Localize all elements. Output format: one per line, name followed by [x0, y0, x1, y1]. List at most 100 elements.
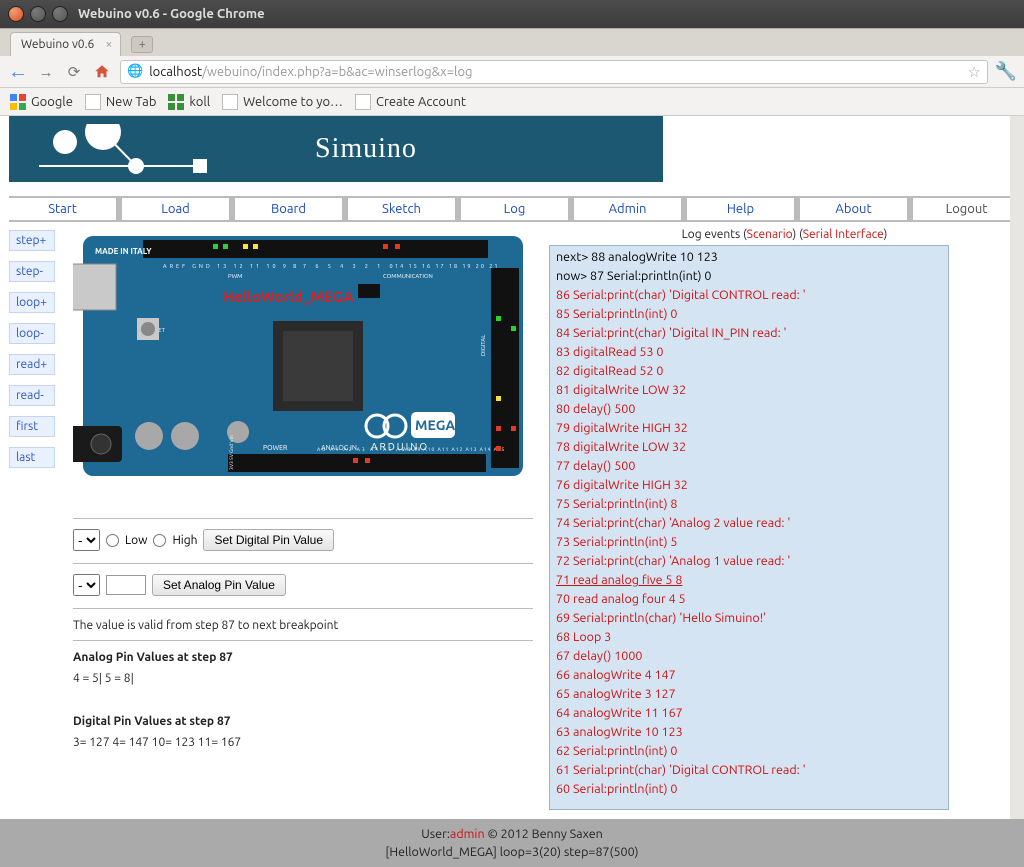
log-line[interactable]: 86 Serial:print(char) 'Digital CONTROL r…: [556, 286, 942, 305]
btn-step-minus[interactable]: step-: [9, 261, 55, 282]
log-line[interactable]: 82 digitalRead 52 0: [556, 362, 942, 381]
divider: [73, 563, 533, 564]
log-line[interactable]: 68 Loop 3: [556, 628, 942, 647]
tab-title: Webuino v0.6: [21, 38, 94, 51]
log-line[interactable]: 67 delay() 1000: [556, 647, 942, 666]
log-line[interactable]: 70 read analog four 4 5: [556, 590, 942, 609]
set-digital-button[interactable]: [203, 529, 334, 551]
bookmark-star-icon[interactable]: ☆: [968, 63, 981, 81]
log-line[interactable]: 78 digitalWrite LOW 32: [556, 438, 942, 457]
copyright: © 2012 Benny Saxen: [485, 827, 603, 841]
footer: User:admin © 2012 Benny Saxen [HelloWorl…: [0, 819, 1024, 867]
low-radio[interactable]: [106, 534, 119, 547]
log-line[interactable]: 62 Serial:println(int) 0: [556, 742, 942, 761]
log-line[interactable]: 74 Serial:print(char) 'Analog 2 value re…: [556, 514, 942, 533]
browser-tab[interactable]: Webuino v0.6 ×: [10, 32, 121, 56]
log-line[interactable]: 76 digitalWrite HIGH 32: [556, 476, 942, 495]
log-line[interactable]: 73 Serial:println(int) 5: [556, 533, 942, 552]
apv-values: 4 = 5| 5 = 8|: [73, 672, 543, 685]
log-line[interactable]: 71 read analog five 5 8: [556, 571, 942, 590]
nav-admin[interactable]: Admin: [574, 198, 681, 220]
home-button[interactable]: [92, 62, 112, 82]
log-line[interactable]: 72 Serial:print(char) 'Analog 1 value re…: [556, 552, 942, 571]
nav-sketch[interactable]: Sketch: [348, 198, 455, 220]
log-line[interactable]: 83 digitalRead 53 0: [556, 343, 942, 362]
set-analog-button[interactable]: [152, 574, 286, 596]
scenario-link[interactable]: Scenario: [747, 228, 793, 241]
nav-load[interactable]: Load: [122, 198, 229, 220]
bookmark-google[interactable]: Google: [10, 94, 73, 110]
log-line[interactable]: 77 delay() 500: [556, 457, 942, 476]
log-line[interactable]: 63 analogWrite 10 123: [556, 723, 942, 742]
user-label: User:: [421, 827, 450, 841]
btn-loop-minus[interactable]: loop-: [9, 323, 55, 344]
svg-text:MEGA: MEGA: [415, 417, 455, 433]
settings-wrench-icon[interactable]: 🔧: [996, 62, 1016, 82]
nav-log[interactable]: Log: [461, 198, 568, 220]
nav-logout[interactable]: Logout: [913, 198, 1020, 220]
side-controls: step+ step- loop+ loop- read+ read- firs…: [9, 226, 55, 810]
log-line[interactable]: 84 Serial:print(char) 'Digital IN_PIN re…: [556, 324, 942, 343]
dpv-values: 3= 127 4= 147 10= 123 11= 167: [73, 736, 543, 749]
log-header: Log events (Scenario) (Serial Interface): [549, 226, 1020, 245]
user-name: admin: [450, 827, 485, 841]
btn-read-minus[interactable]: read-: [9, 385, 55, 406]
log-line[interactable]: 79 digitalWrite HIGH 32: [556, 419, 942, 438]
analog-pin-select[interactable]: -: [73, 574, 100, 596]
nav-board[interactable]: Board: [235, 198, 342, 220]
log-line[interactable]: 81 digitalWrite LOW 32: [556, 381, 942, 400]
page-icon: [355, 94, 371, 110]
high-radio[interactable]: [153, 534, 166, 547]
svg-text:MADE IN ITALY: MADE IN ITALY: [95, 247, 152, 256]
bookmark-koll[interactable]: koll: [168, 94, 210, 110]
svg-text:POWER: POWER: [263, 444, 288, 452]
log-line[interactable]: now> 87 Serial:println(int) 0: [556, 267, 942, 286]
log-line[interactable]: 66 analogWrite 4 147: [556, 666, 942, 685]
low-label: Low: [125, 534, 147, 547]
svg-text:PWM: PWM: [228, 273, 242, 280]
log-line[interactable]: 60 Serial:println(int) 0: [556, 780, 942, 799]
btn-last[interactable]: last: [9, 447, 55, 468]
btn-loop-plus[interactable]: loop+: [9, 292, 55, 313]
address-bar[interactable]: 🌐 localhost/webuino/index.php?a=b&ac=win…: [120, 60, 988, 84]
btn-read-plus[interactable]: read+: [9, 354, 55, 375]
log-line[interactable]: 80 delay() 500: [556, 400, 942, 419]
window-close-icon[interactable]: [8, 6, 24, 22]
url-path: /webuino/index.php?a=b&ac=winserlog&x=lo…: [202, 65, 472, 79]
serial-interface-link[interactable]: Serial Interface: [803, 228, 884, 241]
log-events-box[interactable]: next> 88 analogWrite 10 123now> 87 Seria…: [549, 245, 949, 810]
window-minimize-icon[interactable]: [30, 6, 46, 22]
btn-step-plus[interactable]: step+: [9, 230, 55, 251]
back-button[interactable]: ←: [8, 62, 28, 82]
log-line[interactable]: 85 Serial:println(int) 0: [556, 305, 942, 324]
nav-start[interactable]: Start: [9, 198, 116, 220]
log-line[interactable]: 69 Serial:println(char) 'Hello Simuino!': [556, 609, 942, 628]
bookmark-create-account[interactable]: Create Account: [355, 94, 466, 110]
bookmark-welcome[interactable]: Welcome to yo…: [222, 94, 343, 110]
forward-button[interactable]: →: [36, 62, 56, 82]
window-maximize-icon[interactable]: [52, 6, 68, 22]
page-icon: [85, 94, 101, 110]
log-line[interactable]: next> 88 analogWrite 10 123: [556, 248, 942, 267]
apv-header: Analog Pin Values at step 87: [73, 651, 543, 664]
digital-pin-select[interactable]: -: [73, 529, 100, 551]
nav-help[interactable]: Help: [687, 198, 794, 220]
reload-button[interactable]: ⟳: [64, 62, 84, 82]
page-scrollbar[interactable]: [1010, 116, 1024, 821]
analog-value-input[interactable]: [106, 575, 146, 595]
log-line[interactable]: 75 Serial:println(int) 8: [556, 495, 942, 514]
svg-text:3V3 5V Gnd Vin: 3V3 5V Gnd Vin: [228, 435, 234, 470]
log-line[interactable]: 61 Serial:print(char) 'Digital CONTROL r…: [556, 761, 942, 780]
nav-about[interactable]: About: [800, 198, 907, 220]
log-line[interactable]: 64 analogWrite 11 167: [556, 704, 942, 723]
svg-text:COMMUNICATION: COMMUNICATION: [383, 273, 433, 280]
globe-icon: 🌐: [127, 64, 143, 79]
high-label: High: [172, 534, 197, 547]
log-line[interactable]: 65 analogWrite 3 127: [556, 685, 942, 704]
bookmark-newtab[interactable]: New Tab: [85, 94, 157, 110]
tab-close-icon[interactable]: ×: [106, 38, 113, 51]
svg-text:7 6 5 4 3 2 1 0: 7 6 5 4 3 2 1 0: [303, 264, 397, 270]
btn-first[interactable]: first: [9, 416, 55, 437]
new-tab-button[interactable]: +: [131, 36, 153, 53]
top-nav: Start Load Board Sketch Log Admin Help A…: [9, 196, 1020, 222]
